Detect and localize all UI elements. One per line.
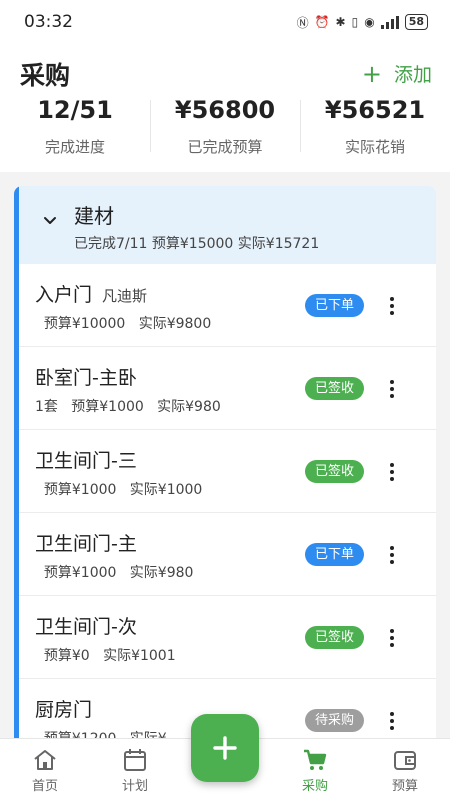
stat-label: 完成进度 [44, 138, 105, 156]
tab-label: 计划 [121, 779, 148, 794]
group-header[interactable]: 建材 已完成7/11 预算¥15000 实际¥15721 [19, 186, 436, 264]
item-name-row: 卫生间门-次 [35, 612, 137, 639]
tab-label: 首页 [31, 779, 58, 794]
stat-actual-spend: ¥56521 实际花销 [300, 96, 450, 157]
stat-label: 已完成预算 [187, 138, 263, 156]
wifi-icon: ◉ [364, 15, 375, 29]
more-icon[interactable] [388, 543, 396, 567]
page-title: 采购 [20, 61, 71, 90]
item-details: 预算¥0 实际¥1001 [35, 648, 176, 664]
status-badge: 待采购 [304, 709, 364, 732]
item-name: 卫生间门-三 [35, 450, 137, 472]
stat-value: ¥56521 [324, 96, 426, 124]
tab-label: 采购 [301, 779, 328, 794]
item-details: 预算¥1000 实际¥980 [35, 565, 194, 581]
add-button[interactable]: + 添加 [362, 60, 432, 87]
plus-icon: + [361, 59, 382, 88]
plus-icon [213, 736, 237, 760]
item-name: 卫生间门-主 [35, 533, 137, 555]
status-badge: 已下单 [304, 543, 364, 566]
tab-budget[interactable]: 预算 [360, 739, 450, 800]
status-badge: 已签收 [304, 377, 364, 400]
calendar-icon [124, 749, 146, 771]
item-name-row: 入户门 凡迪斯 [35, 280, 147, 307]
alarm-icon: ⏰ [314, 15, 330, 29]
stat-value: 12/51 [37, 96, 113, 124]
home-icon [34, 750, 56, 770]
page-header: 采购 + 添加 12/51 完成进度 ¥56800 已完成预算 ¥56521 实… [0, 44, 450, 172]
more-icon[interactable] [388, 709, 396, 733]
more-icon[interactable] [388, 460, 396, 484]
list-item[interactable]: 入户门 凡迪斯 预算¥10000 实际¥9800 已下单 [19, 264, 436, 347]
item-details: 预算¥10000 实际¥9800 [35, 316, 212, 332]
vibrate-icon: ▯ [351, 15, 359, 29]
cart-icon [304, 749, 327, 770]
item-name: 厨房门 [35, 699, 93, 721]
tab-purchase[interactable]: 采购 [270, 739, 360, 800]
more-icon[interactable] [388, 626, 396, 650]
list-item[interactable]: 卧室门-主卧 1套 预算¥1000 实际¥980 已签收 [19, 347, 436, 430]
item-brand: 凡迪斯 [102, 287, 148, 305]
purchase-list[interactable]: 建材 已完成7/11 预算¥15000 实际¥15721 入户门 凡迪斯 预算¥1… [14, 186, 436, 738]
group-name: 建材 [74, 204, 114, 228]
status-icons: Ⓝ ⏰ ✱ ▯ ◉ 58 [297, 14, 428, 31]
status-badge: 已下单 [304, 294, 364, 317]
list-item[interactable]: 卫生间门-主 预算¥1000 实际¥980 已下单 [19, 513, 436, 596]
item-name: 入户门 [35, 284, 93, 306]
stat-completed-budget: ¥56800 已完成预算 [150, 96, 300, 157]
item-details: 预算¥1200 实际¥ [35, 728, 167, 738]
item-details: 1套 预算¥1000 实际¥980 [35, 399, 221, 415]
add-button-label: 添加 [393, 64, 432, 86]
add-fab-button[interactable] [191, 714, 259, 782]
item-name-row: 卫生间门-主 [35, 529, 137, 556]
tab-plan[interactable]: 计划 [90, 739, 180, 800]
list-item[interactable]: 卫生间门-次 预算¥0 实际¥1001 已签收 [19, 596, 436, 679]
item-details: 预算¥1000 实际¥1000 [35, 482, 203, 498]
stats-summary: 12/51 完成进度 ¥56800 已完成预算 ¥56521 实际花销 [0, 96, 450, 157]
status-bar: 03:32 Ⓝ ⏰ ✱ ▯ ◉ 58 [0, 0, 450, 44]
item-name-row: 卫生间门-三 [35, 446, 137, 473]
more-icon[interactable] [388, 377, 396, 401]
nfc-icon: Ⓝ [296, 15, 309, 30]
stat-progress: 12/51 完成进度 [0, 96, 150, 157]
item-name-row: 卧室门-主卧 [35, 363, 137, 390]
status-badge: 已签收 [304, 460, 364, 483]
chevron-down-icon [44, 217, 56, 224]
stat-value: ¥56800 [174, 96, 276, 124]
tab-home[interactable]: 首页 [0, 739, 90, 800]
item-name-row: 厨房门 [35, 695, 92, 722]
tab-label: 预算 [391, 779, 418, 794]
item-name: 卫生间门-次 [35, 616, 137, 638]
group-summary: 已完成7/11 预算¥15000 实际¥15721 [74, 236, 320, 252]
bluetooth-icon: ✱ [335, 15, 346, 29]
status-time: 03:32 [24, 12, 73, 32]
battery-indicator: 58 [404, 14, 428, 30]
signal-icon [380, 15, 399, 29]
wallet-icon [394, 751, 416, 770]
list-item[interactable]: 卫生间门-三 预算¥1000 实际¥1000 已签收 [19, 430, 436, 513]
item-name: 卧室门-主卧 [35, 367, 137, 389]
stat-label: 实际花销 [344, 138, 405, 156]
status-badge: 已签收 [304, 626, 364, 649]
more-icon[interactable] [388, 294, 396, 318]
